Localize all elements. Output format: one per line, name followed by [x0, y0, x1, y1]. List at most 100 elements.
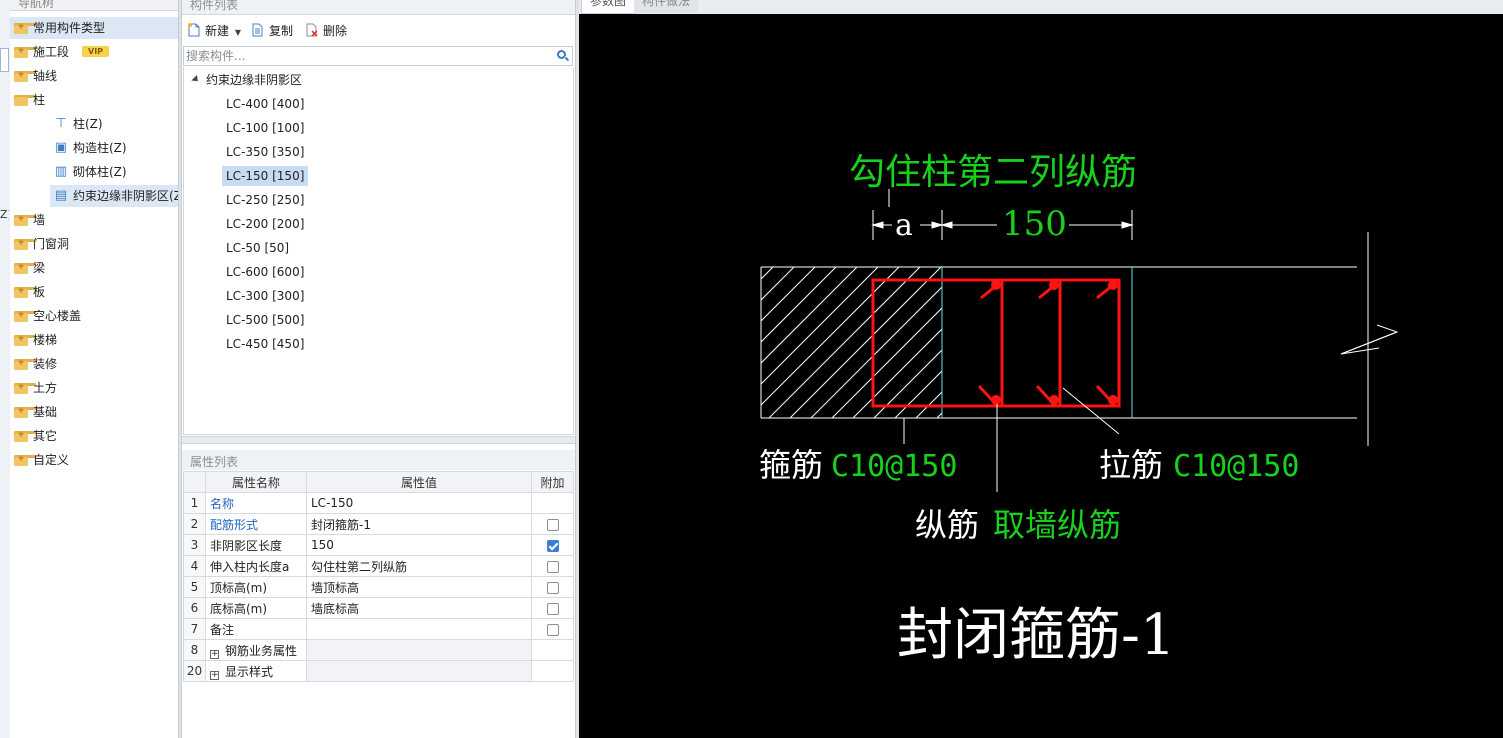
nav-item[interactable]: ▥ 砌体柱(Z)	[50, 161, 178, 183]
property-value[interactable]: LC-150	[306, 492, 532, 514]
property-value-header: 属性值	[306, 471, 532, 493]
nav-item[interactable]: + 墙	[10, 209, 178, 231]
extra-checkbox[interactable]	[546, 539, 559, 552]
folder-icon[interactable]: +	[14, 71, 36, 82]
nav-item-label: 装修	[33, 357, 58, 371]
property-row[interactable]: 2 配筋形式 封闭箍筋-1	[183, 513, 574, 535]
tab-parameter-drawing[interactable]: 参数图	[581, 0, 636, 14]
folder-icon[interactable]: +	[14, 431, 36, 442]
property-value[interactable]: 勾住柱第二列纵筋	[306, 555, 532, 577]
folder-icon[interactable]: +	[14, 335, 36, 346]
component-list-item[interactable]: LC-400 [400]	[222, 94, 308, 114]
folder-icon[interactable]: +	[14, 263, 36, 274]
toolstrip-list-button[interactable]	[0, 48, 9, 72]
property-extra-cell	[531, 555, 574, 577]
nav-item[interactable]: + 装修	[10, 353, 178, 375]
component-list-item[interactable]: LC-500 [500]	[222, 310, 308, 330]
property-extra-cell	[531, 597, 574, 619]
new-button[interactable]: 新建 ▼	[188, 18, 241, 44]
folder-open-icon[interactable]	[14, 95, 36, 106]
folder-icon[interactable]: +	[14, 47, 36, 58]
property-value[interactable]	[306, 618, 532, 640]
folder-icon[interactable]: +	[14, 383, 36, 394]
top-note-label: 勾住柱第二列纵筋	[849, 152, 1137, 193]
tab-parameter-drawing-label: 参数图	[590, 0, 627, 8]
search-icon[interactable]	[557, 50, 566, 59]
component-list-item[interactable]: LC-50 [50]	[222, 238, 293, 258]
property-row[interactable]: 6 底标高(m) 墙底标高	[183, 597, 574, 619]
nav-item[interactable]: ▤ 约束边缘非阴影区(Z	[50, 185, 182, 207]
property-row[interactable]: 5 顶标高(m) 墙顶标高	[183, 576, 574, 598]
property-name: + 钢筋业务属性	[205, 639, 307, 661]
folder-icon[interactable]: +	[14, 287, 36, 298]
nav-item[interactable]: + 自定义	[10, 449, 178, 471]
component-list-item[interactable]: LC-200 [200]	[222, 214, 308, 234]
property-row[interactable]: 7 备注	[183, 618, 574, 640]
hatch-line	[958, 267, 1109, 418]
folder-icon[interactable]: +	[14, 407, 36, 418]
nav-item[interactable]: ▣ 构造柱(Z)	[50, 137, 178, 159]
property-row[interactable]: 20 + 显示样式	[183, 660, 574, 682]
expand-plus-icon[interactable]: +	[210, 649, 219, 659]
delete-button[interactable]: 删除	[306, 18, 347, 44]
component-group[interactable]: 约束边缘非阴影区	[191, 70, 302, 90]
expand-plus-icon[interactable]: +	[210, 670, 219, 680]
component-list-item[interactable]: LC-150 [150]	[222, 166, 309, 186]
property-value[interactable]: 墙底标高	[306, 597, 532, 619]
copy-button[interactable]: 复制	[252, 18, 293, 44]
nav-item[interactable]: + 空心楼盖	[10, 305, 178, 327]
property-value[interactable]: 封闭箍筋-1	[306, 513, 532, 535]
property-row[interactable]: 4 伸入柱内长度a 勾住柱第二列纵筋	[183, 555, 574, 577]
nav-item[interactable]: + 梁	[10, 257, 178, 279]
extra-checkbox[interactable]	[546, 560, 559, 573]
property-value[interactable]: 墙顶标高	[306, 576, 532, 598]
delete-icon	[306, 23, 318, 37]
folder-icon[interactable]: +	[14, 455, 36, 466]
nav-item[interactable]: + 土方	[10, 377, 178, 399]
nav-item[interactable]: + 施工段 VIP	[10, 41, 178, 63]
folder-icon[interactable]: +	[14, 359, 36, 370]
component-list-item[interactable]: LC-300 [300]	[222, 286, 308, 306]
nav-item[interactable]: + 其它	[10, 425, 178, 447]
property-row[interactable]: 1 名称 LC-150	[183, 492, 574, 514]
component-list-item[interactable]: LC-100 [100]	[222, 118, 308, 138]
new-file-icon	[188, 23, 200, 37]
component-list-item[interactable]: LC-250 [250]	[222, 190, 308, 210]
component-list-item[interactable]: LC-450 [450]	[222, 334, 308, 354]
component-search-input[interactable]	[186, 48, 546, 64]
tab-component-method[interactable]: 构件做法	[634, 0, 699, 13]
nav-item[interactable]: + 门窗洞	[10, 233, 178, 255]
property-name-header: 属性名称	[205, 471, 307, 493]
property-row-number: 20	[183, 660, 206, 682]
nav-item[interactable]: + 基础	[10, 401, 178, 423]
property-group-label: 显示样式	[225, 664, 274, 679]
hatch-line	[601, 267, 752, 418]
parameter-drawing-canvas: 勾住柱第二列纵筋 a 150 箍筋 C10@150 拉筋 C10@150 纵筋 …	[579, 14, 1503, 738]
extra-checkbox[interactable]	[546, 581, 559, 594]
nav-item[interactable]: + 轴线	[10, 65, 178, 87]
folder-icon[interactable]: +	[14, 311, 36, 322]
property-extra-cell	[531, 492, 574, 514]
property-value	[306, 660, 532, 682]
property-extra-cell	[531, 639, 574, 661]
extra-checkbox[interactable]	[546, 518, 559, 531]
folder-icon[interactable]: +	[14, 239, 36, 250]
component-list-item[interactable]: LC-600 [600]	[222, 262, 308, 282]
nav-item-label: 柱	[33, 93, 46, 107]
folder-icon[interactable]: +	[14, 23, 36, 34]
nav-item[interactable]: + 楼梯	[10, 329, 178, 351]
extra-checkbox[interactable]	[546, 602, 559, 615]
property-value[interactable]: 150	[306, 534, 532, 556]
collapse-triangle-icon[interactable]	[191, 74, 201, 85]
nav-item[interactable]: 柱	[10, 89, 178, 111]
nav-item[interactable]: ⊤ 柱(Z)	[50, 113, 178, 135]
property-row[interactable]: 3 非阴影区长度 150	[183, 534, 574, 556]
extra-checkbox[interactable]	[546, 623, 559, 636]
property-row[interactable]: 8 + 钢筋业务属性	[183, 639, 574, 661]
nav-item[interactable]: + 板	[10, 281, 178, 303]
list-property-splitter[interactable]	[182, 436, 575, 444]
nav-item-label: 轴线	[33, 69, 58, 83]
component-list-item[interactable]: LC-350 [350]	[222, 142, 308, 162]
nav-item[interactable]: + 常用构件类型	[10, 17, 178, 39]
folder-icon[interactable]: +	[14, 215, 36, 226]
